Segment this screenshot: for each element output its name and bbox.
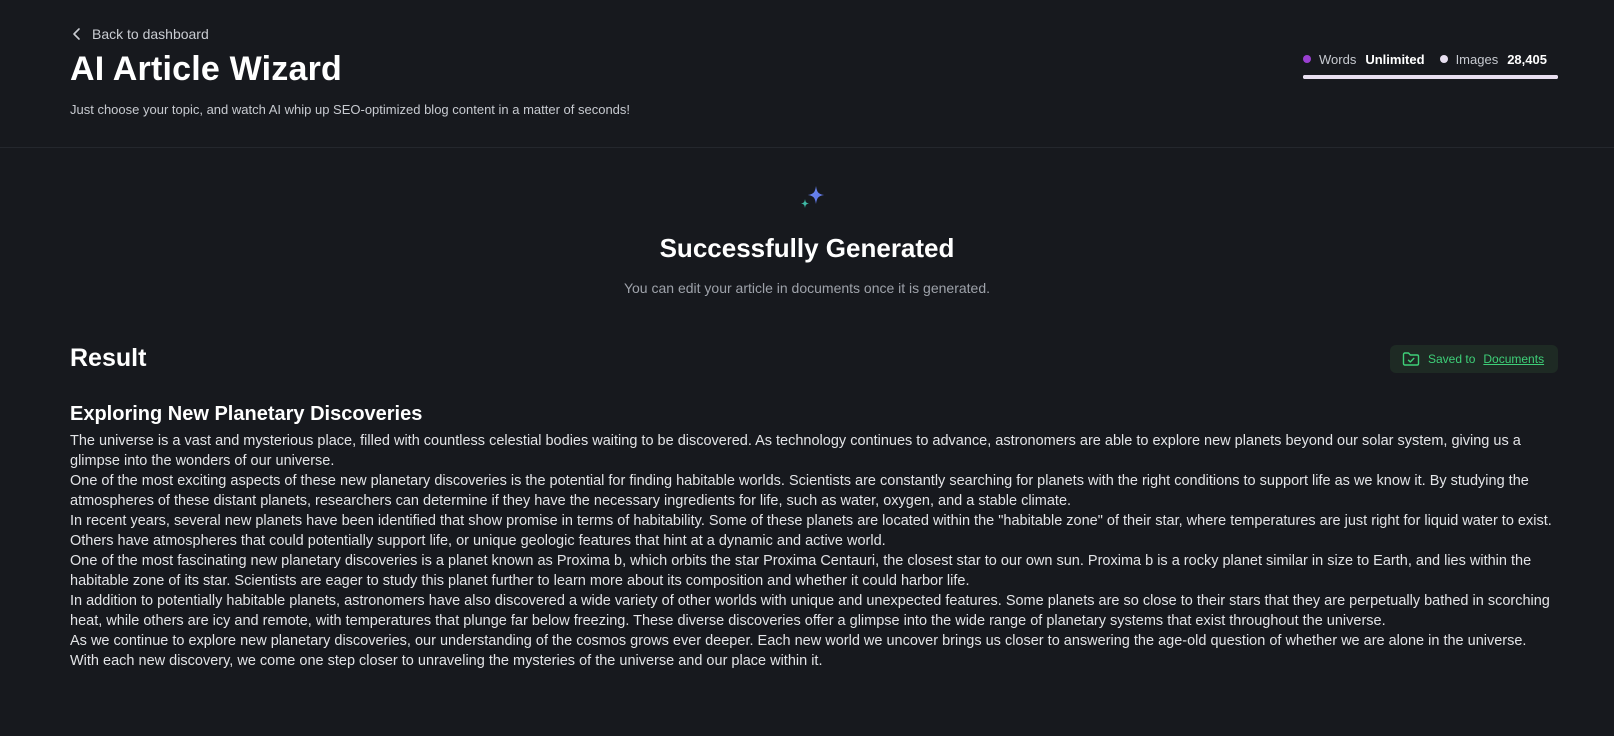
folder-check-icon: [1402, 352, 1420, 366]
sparkle-icon: [801, 186, 824, 208]
documents-link[interactable]: Documents: [1483, 352, 1544, 366]
back-label: Back to dashboard: [92, 26, 209, 42]
usage-progress-fill: [1303, 75, 1558, 79]
words-label: Words: [1319, 51, 1357, 67]
usage-row: Words Unlimited Images 28,405: [1303, 50, 1558, 68]
article-paragraph: In addition to potentially habitable pla…: [70, 593, 1550, 629]
result-title: Result: [70, 344, 147, 372]
article-paragraph: As we continue to explore new planetary …: [70, 633, 1527, 669]
article-paragraph: One of the most exciting aspects of thes…: [70, 473, 1529, 509]
success-note: You can edit your article in documents o…: [623, 280, 991, 296]
images-value: 28,405: [1507, 51, 1547, 67]
back-to-dashboard-link[interactable]: Back to dashboard: [70, 24, 209, 44]
images-label: Images: [1455, 51, 1499, 67]
saved-to-documents-badge: Saved to Documents: [1390, 345, 1558, 373]
article-paragraph: In recent years, several new planets hav…: [70, 513, 1552, 549]
article-paragraph: The universe is a vast and mysterious pl…: [70, 433, 1521, 469]
usage-progress-bar: [1303, 75, 1558, 79]
page-subtitle: Just choose your topic, and watch AI whi…: [70, 102, 631, 117]
page-header: Back to dashboard AI Article Wizard Just…: [0, 0, 1614, 148]
saved-prefix: Saved to: [1428, 352, 1476, 366]
success-hero: Successfully Generated You can edit your…: [0, 184, 1614, 296]
article-paragraph: One of the most fascinating new planetar…: [70, 553, 1532, 589]
words-dot-icon: [1303, 55, 1311, 63]
chevron-left-icon: [73, 28, 80, 40]
images-dot-icon: [1439, 55, 1448, 63]
page-title: AI Article Wizard: [70, 50, 342, 88]
article-heading: Exploring New Planetary Discoveries: [70, 403, 423, 425]
words-value: Unlimited: [1365, 51, 1425, 67]
article-content: Exploring New Planetary Discoveries The …: [70, 403, 1558, 671]
success-title: Successfully Generated: [659, 233, 955, 263]
usage-panel: Words Unlimited Images 28,405: [1303, 50, 1558, 79]
